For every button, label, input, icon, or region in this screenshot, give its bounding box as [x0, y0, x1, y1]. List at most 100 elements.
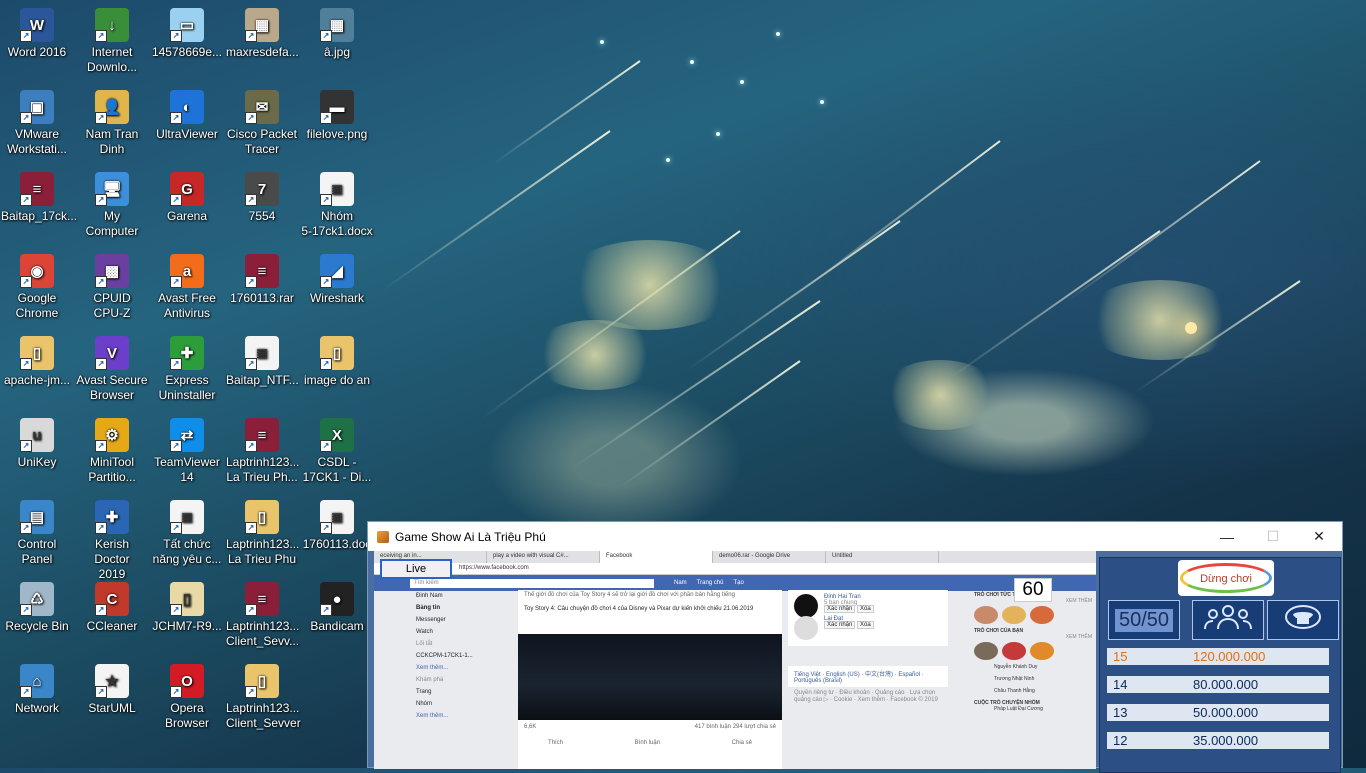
- desktop-icon[interactable]: ≡ ↗ Baitap_17ck...: [1, 172, 77, 224]
- desktop-icon[interactable]: ● ↗ Bandicam: [301, 582, 373, 634]
- prize-row: 13 50.000.000: [1107, 704, 1329, 721]
- desktop-icon[interactable]: ✚ ↗ Kerish Doctor 2019: [76, 500, 148, 582]
- desktop-icon[interactable]: ≣ ↗ Tất chức năng yêu c...: [151, 500, 223, 567]
- desktop-icon-label: VMware Workstati...: [7, 127, 67, 156]
- desktop-icon[interactable]: ▭ ↗ 14578669e...: [151, 8, 223, 60]
- document-icon: ≣ ↗: [320, 172, 354, 206]
- desktop-icon[interactable]: O ↗ Opera Browser: [151, 664, 223, 731]
- desktop-icon[interactable]: ↓ ↗ Internet Downlo...: [76, 8, 148, 75]
- desktop-icon[interactable]: ▯ ↗ apache-jm...: [1, 336, 73, 388]
- desktop-icon[interactable]: ≡ ↗ Laptrinh123... La Trieu Ph...: [226, 418, 299, 485]
- ultraviewer-icon: ◐ ↗: [170, 90, 204, 124]
- desktop-icon[interactable]: ⇄ ↗ TeamViewer 14: [151, 418, 223, 485]
- desktop-icon[interactable]: ✚ ↗ Express Uninstaller: [151, 336, 223, 403]
- desktop-icon-label: 7554: [248, 209, 276, 223]
- stop-game-button[interactable]: Dừng chơi: [1178, 560, 1274, 596]
- kerish-icon: ✚ ↗: [95, 500, 129, 534]
- prize-level: 12: [1113, 733, 1128, 748]
- desktop-icon[interactable]: ★ ↗ StarUML: [76, 664, 148, 716]
- desktop-icon[interactable]: ≣ ↗ 1760113.doc: [301, 500, 373, 552]
- game-window[interactable]: Game Show Ai Là Triệu Phú — ☐ ✕ eceiving…: [367, 521, 1343, 773]
- minimize-button[interactable]: —: [1204, 522, 1250, 551]
- window-titlebar[interactable]: Game Show Ai Là Triệu Phú — ☐ ✕: [368, 522, 1342, 551]
- friend-avatar: [794, 616, 818, 640]
- desktop-icon[interactable]: 👤 ↗ Nam Tran Dinh: [76, 90, 148, 157]
- desktop-icon[interactable]: ⌂ ↗ Network: [1, 664, 73, 716]
- desktop-icon[interactable]: ▣ ↗ VMware Workstati...: [1, 90, 73, 157]
- desktop-icon[interactable]: ≣ ↗ Baitap_NTF...: [226, 336, 299, 388]
- desktop-icon[interactable]: ▤ ↗ Control Panel: [1, 500, 73, 567]
- shortcut-arrow-icon: ↗: [20, 604, 32, 616]
- desktop-icon[interactable]: 7 ↗ 7554: [226, 172, 298, 224]
- word-icon: W ↗: [20, 8, 54, 42]
- maximize-button[interactable]: ☐: [1250, 522, 1296, 551]
- post-video: [518, 634, 782, 720]
- desktop-icon[interactable]: ▦ ↗ maxresdefa...: [226, 8, 299, 60]
- shortcut-arrow-icon: ↗: [95, 112, 107, 124]
- browser-tabs: eceiving an in... play a video with visu…: [374, 551, 1096, 563]
- winrar-icon: ≡ ↗: [20, 172, 54, 206]
- share-action: Chia sẻ: [731, 740, 752, 746]
- desktop-icon[interactable]: ◐ ↗ UltraViewer: [151, 90, 223, 142]
- shortcut-arrow-icon: ↗: [95, 440, 107, 452]
- live-button[interactable]: Live: [380, 559, 452, 579]
- shortcut-arrow-icon: ↗: [170, 112, 182, 124]
- fb-nav-item: Trang: [416, 689, 432, 695]
- cisco-icon: ✉ ↗: [245, 90, 279, 124]
- desktop-icon[interactable]: ◢ ↗ Wireshark: [301, 254, 373, 306]
- desktop-icon[interactable]: W ↗ Word 2016: [1, 8, 73, 60]
- phone-friend-button[interactable]: [1267, 600, 1339, 640]
- contact-item: Châu Thanh Hằng: [994, 688, 1035, 694]
- vmware-icon: ▣ ↗: [20, 90, 54, 124]
- desktop-icon[interactable]: ✉ ↗ Cisco Packet Tracer: [226, 90, 298, 157]
- desktop-icon[interactable]: X ↗ CSDL - 17CK1 - Di...: [301, 418, 373, 485]
- shortcut-arrow-icon: ↗: [20, 112, 32, 124]
- shortcut-arrow-icon: ↗: [20, 276, 32, 288]
- desktop-icon[interactable]: ≡ ↗ 1760113.rar: [226, 254, 298, 306]
- fb-post: Thế giới đồ chơi của Toy Story 4 sẽ trở …: [518, 590, 782, 769]
- desktop-icon[interactable]: C ↗ CCleaner: [76, 582, 148, 634]
- comment-action: Bình luận: [634, 740, 661, 746]
- desktop-icon-label: Avast Secure Browser: [76, 373, 148, 402]
- desktop-icon[interactable]: ◉ ↗ Google Chrome: [1, 254, 73, 321]
- desktop-icon[interactable]: ▬ ↗ filelove.png: [301, 90, 373, 142]
- fifty-fifty-label: 50/50: [1114, 608, 1174, 632]
- game-thumbs: [974, 606, 1092, 624]
- ccleaner-icon: C ↗: [95, 582, 129, 616]
- desktop-icon[interactable]: ♺ ↗ Recycle Bin: [1, 582, 73, 634]
- fifty-fifty-button[interactable]: 50/50: [1108, 600, 1180, 640]
- desktop-icon-label: 14578669e...: [151, 45, 223, 59]
- desktop-icon[interactable]: ▯ ↗ image do an: [301, 336, 373, 388]
- desktop-icon[interactable]: ▯ ↗ JCHM7-R9...: [151, 582, 223, 634]
- desktop-icon[interactable]: ≡ ↗ Laptrinh123... Client_Sevv...: [226, 582, 299, 649]
- desktop-icon-label: Recycle Bin: [5, 619, 69, 633]
- prize-level: 15: [1113, 649, 1128, 664]
- desktop-icon[interactable]: a ↗ Avast Free Antivirus: [151, 254, 223, 321]
- fb-user: Nam: [674, 580, 687, 586]
- desktop-icon[interactable]: ≣ ↗ Nhóm 5-17ck1.docx: [301, 172, 373, 239]
- shortcut-arrow-icon: ↗: [320, 112, 332, 124]
- desktop-icon[interactable]: ▩ ↗ CPUID CPU-Z: [76, 254, 148, 321]
- desktop-icon[interactable]: ▦ ↗ â.jpg: [301, 8, 373, 60]
- shortcut-arrow-icon: ↗: [170, 276, 182, 288]
- shortcut-arrow-icon: ↗: [95, 276, 107, 288]
- fb-nav-item: Xem thêm...: [416, 713, 449, 719]
- desktop-icon-label: Kerish Doctor 2019: [94, 537, 130, 581]
- document-icon: ≣ ↗: [245, 336, 279, 370]
- close-button[interactable]: ✕: [1296, 522, 1342, 551]
- desktop-icon[interactable]: ⚙ ↗ MiniTool Partitio...: [76, 418, 148, 485]
- desktop-icon[interactable]: ▯ ↗ Laptrinh123... Client_Sevver: [226, 664, 301, 731]
- desktop-icon[interactable]: V ↗ Avast Secure Browser: [76, 336, 148, 403]
- desktop-icon[interactable]: ▯ ↗ Laptrinh123... La Trieu Phu: [226, 500, 299, 567]
- shortcut-arrow-icon: ↗: [320, 358, 332, 370]
- desktop-icon[interactable]: 🖥 ↗ My Computer: [76, 172, 148, 239]
- desktop-icon[interactable]: u ↗ UniKey: [1, 418, 73, 470]
- control-panel-icon: ▤ ↗: [20, 500, 54, 534]
- desktop-icon-label: 1760113.rar: [230, 291, 294, 305]
- ask-audience-button[interactable]: [1192, 600, 1264, 640]
- desktop-icon-label: MiniTool Partitio...: [88, 455, 136, 484]
- facebook-header: Tìm kiếm Nam Trang chủ Tạo: [374, 575, 1096, 591]
- avast-browser-icon: V ↗: [95, 336, 129, 370]
- desktop-icon[interactable]: G ↗ Garena: [151, 172, 223, 224]
- desktop-icon-label: UniKey: [17, 455, 57, 469]
